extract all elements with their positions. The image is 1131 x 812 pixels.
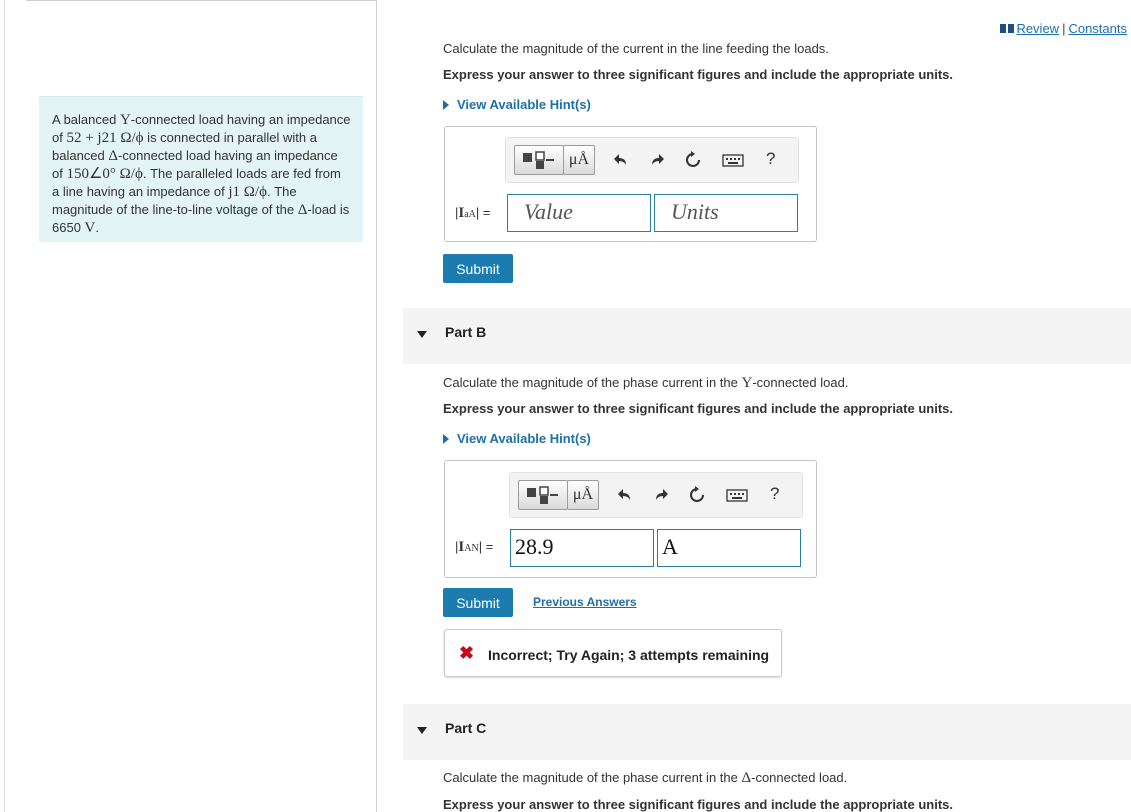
part-a-submit-button[interactable]: Submit <box>443 254 513 283</box>
part-c-header[interactable]: Part C <box>403 704 1131 760</box>
part-a-answer-box: μÅ ? |IaA| = Value Units <box>444 126 817 242</box>
collapse-caret-icon <box>417 727 427 734</box>
incorrect-icon: ✖ <box>459 643 475 663</box>
templates-button[interactable] <box>514 145 564 175</box>
undo-icon[interactable] <box>612 151 630 169</box>
help-icon[interactable]: ? <box>766 149 775 169</box>
problem-statement: A balanced Y-connected load having an im… <box>39 96 363 242</box>
reset-icon[interactable] <box>688 486 706 504</box>
part-b-variable-label: |IAN| = <box>455 539 494 555</box>
part-b-units-input[interactable]: A <box>657 529 801 567</box>
part-c-title: Part C <box>445 720 487 736</box>
units-button[interactable]: μÅ <box>567 480 599 510</box>
review-link[interactable]: Review <box>1016 21 1059 36</box>
book-icon <box>1000 24 1015 33</box>
templates-button[interactable] <box>518 480 568 510</box>
part-a-value-input[interactable]: Value <box>507 194 651 232</box>
help-icon[interactable]: ? <box>770 484 779 504</box>
keyboard-icon[interactable] <box>726 486 748 504</box>
part-a-hint-link[interactable]: View Available Hint(s) <box>443 97 591 112</box>
top-border <box>26 0 376 1</box>
reset-icon[interactable] <box>684 151 702 169</box>
part-b-answer-box: μÅ ? |IAN| = 28.9 A <box>444 460 817 578</box>
column-divider <box>376 0 377 812</box>
part-a-math-toolbar: μÅ ? <box>505 137 799 183</box>
templates-icon <box>523 151 554 169</box>
left-border <box>4 0 5 812</box>
part-b-submit-button[interactable]: Submit <box>443 588 513 617</box>
link-separator: | <box>1062 21 1066 36</box>
undo-icon[interactable] <box>616 486 634 504</box>
part-a-instruction: Express your answer to three significant… <box>443 67 953 82</box>
part-c-question: Calculate the magnitude of the phase cur… <box>443 770 848 786</box>
part-b-hint-link[interactable]: View Available Hint(s) <box>443 431 591 446</box>
units-button[interactable]: μÅ <box>563 145 595 175</box>
keyboard-icon[interactable] <box>722 151 744 169</box>
previous-answers-link[interactable]: Previous Answers <box>533 595 637 609</box>
top-links: Review | Constants <box>1000 21 1127 36</box>
part-b-title: Part B <box>445 324 487 340</box>
hint-expand-icon <box>443 434 449 444</box>
feedback-message: Incorrect; Try Again; 3 attempts remaini… <box>488 647 770 663</box>
part-b-header[interactable]: Part B <box>403 308 1131 364</box>
redo-icon[interactable] <box>648 151 666 169</box>
part-c-instruction: Express your answer to three significant… <box>443 797 953 812</box>
part-b-question: Calculate the magnitude of the phase cur… <box>443 375 849 391</box>
part-b-math-toolbar: μÅ ? <box>509 472 803 518</box>
redo-icon[interactable] <box>652 486 670 504</box>
part-b-instruction: Express your answer to three significant… <box>443 401 953 416</box>
hint-expand-icon <box>443 100 449 110</box>
part-b-value-input[interactable]: 28.9 <box>510 529 654 567</box>
part-a-question: Calculate the magnitude of the current i… <box>443 41 829 56</box>
templates-icon <box>527 486 558 504</box>
part-b-feedback: ✖ Incorrect; Try Again; 3 attempts remai… <box>444 629 782 677</box>
collapse-caret-icon <box>417 331 427 338</box>
part-a-variable-label: |IaA| = <box>455 205 491 221</box>
constants-link[interactable]: Constants <box>1068 21 1127 36</box>
part-a-units-input[interactable]: Units <box>654 194 798 232</box>
